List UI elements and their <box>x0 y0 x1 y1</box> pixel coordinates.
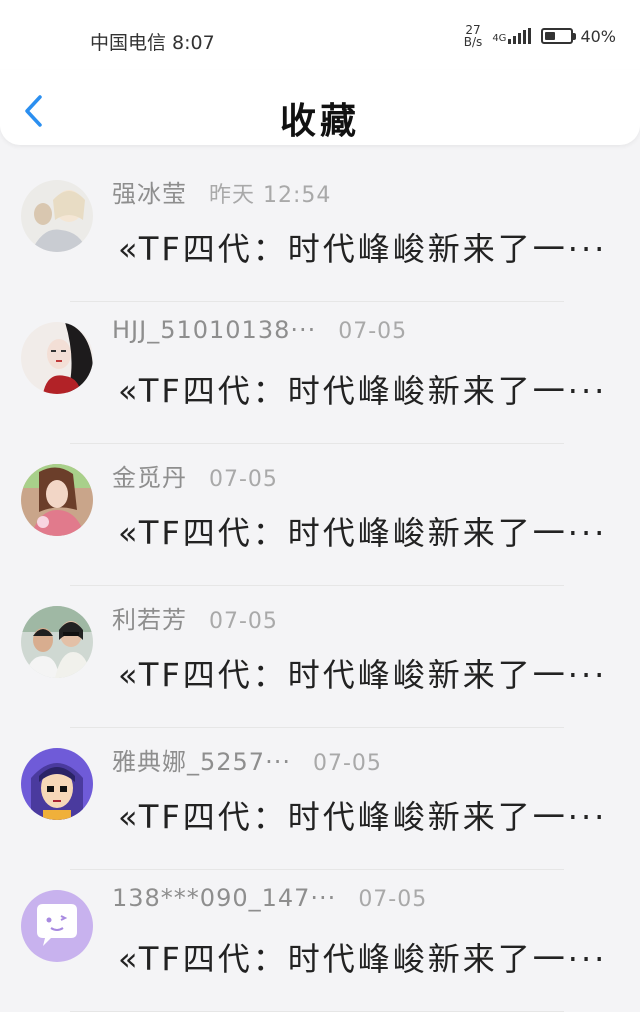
signal-icon: 4G <box>492 28 532 44</box>
message-preview: «TF四代：时代峰峻新来了一··· <box>118 230 608 268</box>
battery-percent: 40% <box>580 26 616 46</box>
message-preview: «TF四代：时代峰峻新来了一··· <box>118 940 608 978</box>
list-item[interactable]: 利若芳 07-05 «TF四代：时代峰峻新来了一··· <box>0 586 640 728</box>
network-type: 4G <box>492 33 507 44</box>
message-preview: «TF四代：时代峰峻新来了一··· <box>118 798 608 836</box>
avatar[interactable] <box>21 322 93 394</box>
favorites-list: 强冰莹 昨天 12:54 «TF四代：时代峰峻新来了一··· HJJ_51010… <box>0 160 640 1012</box>
sender-name: 138***090_147··· <box>112 884 337 912</box>
sender-name: 金觅丹 <box>112 464 187 492</box>
timestamp: 昨天 12:54 <box>209 183 332 208</box>
carrier-time: 中国电信 8:07 <box>90 32 215 54</box>
message-preview: «TF四代：时代峰峻新来了一··· <box>118 372 608 410</box>
sender-name: HJJ_51010138··· <box>112 316 317 344</box>
timestamp: 07-05 <box>209 467 278 492</box>
message-preview: «TF四代：时代峰峻新来了一··· <box>118 514 608 552</box>
sender-name: 利若芳 <box>112 606 187 634</box>
avatar[interactable] <box>21 464 93 536</box>
page-title: 收藏 <box>279 101 360 142</box>
list-item[interactable]: 雅典娜_5257··· 07-05 «TF四代：时代峰峻新来了一··· <box>0 728 640 870</box>
list-item[interactable]: 强冰莹 昨天 12:54 «TF四代：时代峰峻新来了一··· <box>0 160 640 302</box>
sender-name: 雅典娜_5257··· <box>112 748 291 776</box>
avatar[interactable] <box>21 890 93 962</box>
status-indicators: 27 B/s 4G 40% <box>464 24 616 48</box>
network-speed: 27 B/s <box>464 24 483 48</box>
timestamp: 07-05 <box>338 319 408 344</box>
message-preview: «TF四代：时代峰峻新来了一··· <box>118 656 608 694</box>
battery-icon: 40% <box>541 27 616 46</box>
network-speed-unit: B/s <box>463 35 483 49</box>
timestamp: 07-05 <box>358 887 428 912</box>
avatar[interactable] <box>21 180 93 252</box>
sender-name: 强冰莹 <box>112 180 187 208</box>
timestamp: 07-05 <box>209 609 278 634</box>
status-bar: 中国电信 8:07 27 B/s 4G 40% <box>0 0 640 70</box>
timestamp: 07-05 <box>312 751 382 776</box>
list-item[interactable]: 金觅丹 07-05 «TF四代：时代峰峻新来了一··· <box>0 444 640 586</box>
avatar[interactable] <box>21 748 93 820</box>
avatar[interactable] <box>21 606 93 678</box>
header: 收藏 <box>0 70 640 145</box>
list-item[interactable]: HJJ_51010138··· 07-05 «TF四代：时代峰峻新来了一··· <box>0 302 640 444</box>
list-item[interactable]: 138***090_147··· 07-05 «TF四代：时代峰峻新来了一··· <box>0 870 640 1012</box>
